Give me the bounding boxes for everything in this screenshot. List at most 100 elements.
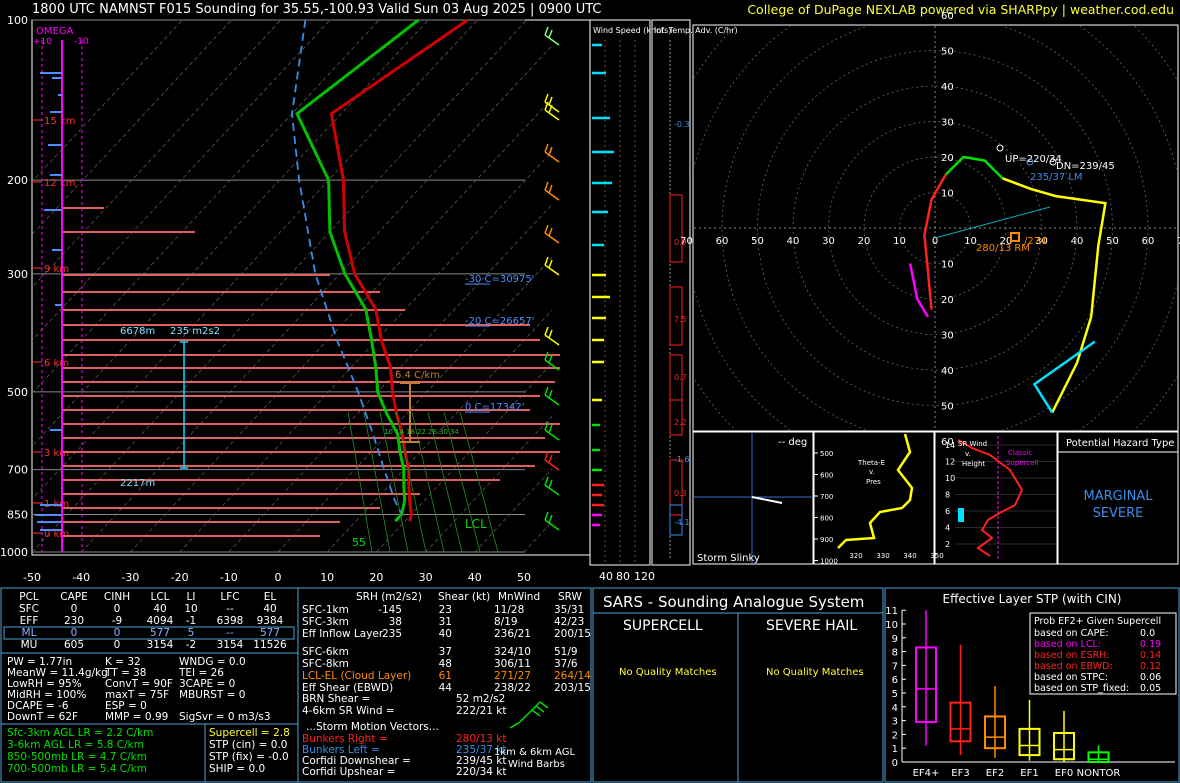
stp-legend-label: based on STPC: bbox=[1034, 672, 1108, 683]
hodo-ring-label: 40 bbox=[941, 366, 954, 377]
kinematic-cell: 203/15 bbox=[554, 682, 591, 694]
wind-barb-staff bbox=[544, 34, 560, 46]
minus30-height-label: -30 C=30975' bbox=[465, 274, 534, 285]
stp-y-label: 8 bbox=[892, 648, 898, 659]
kinematic-cell: 38 bbox=[388, 616, 402, 628]
wind-barb-flag bbox=[544, 181, 549, 191]
kinematic-cell: LCL-EL (Cloud Layer) bbox=[302, 670, 412, 682]
skewt-profiles bbox=[291, 18, 499, 553]
thetae-y-label: 900 bbox=[820, 536, 833, 544]
isotherm-line bbox=[523, 521, 552, 553]
stp-legend-value: 0.14 bbox=[1140, 650, 1161, 661]
stp-legend-value: 0.06 bbox=[1140, 672, 1161, 683]
tadv-title: Inf. Temp. Adv. (C/hr) bbox=[654, 26, 738, 35]
indices-table: PW = 1.77in MeanW = 11.4g/kg LowRH = 95% Mi… bbox=[7, 656, 297, 723]
parcel-cell: 0 bbox=[113, 639, 121, 651]
isotherms bbox=[32, 20, 552, 553]
kinematic-cell: 61 bbox=[438, 670, 452, 682]
wind-barb-flag bbox=[544, 26, 549, 36]
hodo-ring-label: 50 bbox=[941, 402, 954, 413]
lapse-rate-value: 850-500mb LR = 4.7 C/km bbox=[7, 751, 147, 763]
lcl-label: LCL bbox=[465, 517, 487, 531]
eff-layer-bottom-label: 2217m bbox=[120, 478, 155, 489]
hodo-ring bbox=[545, 0, 1180, 619]
parcel-cell: 10 bbox=[184, 603, 198, 615]
stp-y-label: 3 bbox=[892, 717, 898, 728]
parcel-header-lfc: LFC bbox=[220, 591, 240, 603]
wind-barb-flag bbox=[548, 329, 553, 339]
kinematic-row: SFC-6km 37 324/10 51/9 bbox=[302, 646, 590, 658]
kinematic-row: SFC-3km 38 31 8/19 42/23 bbox=[302, 616, 590, 628]
temp-tick-label: -20 bbox=[171, 571, 189, 584]
hodo-x-tick: 20 bbox=[858, 236, 871, 247]
lapse-rate-value: Sfc-3km AGL LR = 2.2 C/km bbox=[7, 727, 154, 739]
wind-barb-staff bbox=[544, 484, 560, 496]
stp-legend-value: 0.05 bbox=[1140, 683, 1161, 694]
kin-header-mnwind: MnWind bbox=[498, 591, 541, 603]
hodo-x-tick: 40 bbox=[1071, 236, 1084, 247]
barb-caption-1: 1km & 6km AGL bbox=[494, 747, 576, 758]
wind-barb-flag bbox=[544, 451, 549, 461]
index-value: MBURST = 0 bbox=[179, 689, 246, 701]
srwind-y-label: 6 bbox=[945, 507, 950, 516]
wind-barb-flag bbox=[548, 29, 553, 39]
wind-barb-flag bbox=[548, 514, 553, 524]
kinematic-row: LCL-EL (Cloud Layer) 61 271/27 264/14 bbox=[302, 670, 591, 682]
parcel-row: MU 605 0 3154 -2 3154 11526 bbox=[4, 639, 296, 651]
hodo-x-tick: 10 bbox=[893, 236, 906, 247]
parcel-table: PCL CAPE CINH LCL LI LFC EL SFC 0 0 40 10 -- 4… bbox=[4, 591, 296, 651]
brn-label: BRN Shear = bbox=[302, 693, 371, 705]
pressure-tick-label: 700 bbox=[7, 464, 28, 477]
composite-value: Supercell = 2.8 bbox=[209, 727, 290, 739]
kinematic-cell: 37 bbox=[438, 646, 452, 658]
theta-label: 26 bbox=[428, 428, 437, 436]
wind-barb-staff bbox=[544, 264, 560, 276]
height-label: 15 km bbox=[44, 116, 75, 127]
mixing-ratio-line bbox=[459, 411, 499, 553]
temp-tick-label: 30 bbox=[419, 571, 433, 584]
parcel-cell: SFC bbox=[18, 603, 40, 615]
parcel-cell: 5 bbox=[187, 627, 195, 639]
parcel-header-pcl: PCL bbox=[19, 591, 39, 603]
omega-label: OMEGA bbox=[36, 26, 74, 37]
mixing-ratio-line bbox=[347, 411, 373, 553]
slinky-vector bbox=[751, 496, 783, 504]
kinematic-cell: 235 bbox=[381, 628, 402, 640]
wind-barb-flag bbox=[548, 184, 553, 194]
composite-value: STP (fix) = -0.0 bbox=[209, 751, 289, 763]
srwind-label-1: SR Wind bbox=[958, 440, 987, 448]
kinematic-cell: 37/6 bbox=[554, 658, 578, 670]
stp-legend-label: based on STP_fixed: bbox=[1034, 683, 1129, 694]
theta-label: 22 bbox=[417, 428, 426, 436]
theta-label: 30 bbox=[439, 428, 448, 436]
eff-layer-srh-label: 235 m2s2 bbox=[170, 326, 220, 337]
kinematic-cell: 8/19 bbox=[494, 616, 518, 628]
skewt-grid: 100 200 300 500 700 850 1000 -50 -40 -30 -20 -10 0 10… bbox=[0, 14, 552, 584]
hodo-ring-label: 40 bbox=[941, 82, 954, 93]
hodo-x-tick: 50 bbox=[1106, 236, 1119, 247]
parcel-cell: 6398 bbox=[216, 615, 244, 627]
kin-header-shear: Shear (kt) bbox=[438, 591, 491, 603]
thetae-y-label: 500 bbox=[820, 450, 833, 458]
temp-tick-label: 10 bbox=[320, 571, 334, 584]
stp-legend-value: 0.12 bbox=[1140, 661, 1161, 672]
isotherm-line bbox=[32, 20, 331, 341]
kinematic-cell: 324/10 bbox=[494, 646, 531, 658]
stp-legend-value: 0.19 bbox=[1140, 639, 1161, 650]
hazard-value-line1: MARGINAL bbox=[1084, 489, 1154, 504]
stp-y-label: 6 bbox=[892, 675, 898, 686]
sars-hail-matches: No Quality Matches bbox=[766, 667, 864, 678]
thetae-plot: 500 600 700 800 900 1000 320 330 340 350 Theta-Ev.… bbox=[814, 433, 944, 566]
temp-tick-label: -30 bbox=[121, 571, 139, 584]
theta-label: 10 bbox=[384, 428, 393, 436]
wind-barb-flag bbox=[544, 326, 549, 336]
barb-caption-2: Wind Barbs bbox=[508, 759, 565, 770]
downshear-label: DN=239/45 bbox=[1056, 161, 1115, 172]
wind-barb-flag bbox=[548, 479, 553, 489]
left-mover-label: 235/37 LM bbox=[1030, 172, 1083, 183]
isotherm-line bbox=[376, 362, 552, 553]
stp-legend-label: based on CAPE: bbox=[1034, 628, 1109, 639]
thetae-label-3: Pres bbox=[866, 478, 881, 486]
stp-category-label: NONTOR bbox=[1077, 768, 1121, 779]
parcel-cell: 577 bbox=[259, 627, 281, 639]
